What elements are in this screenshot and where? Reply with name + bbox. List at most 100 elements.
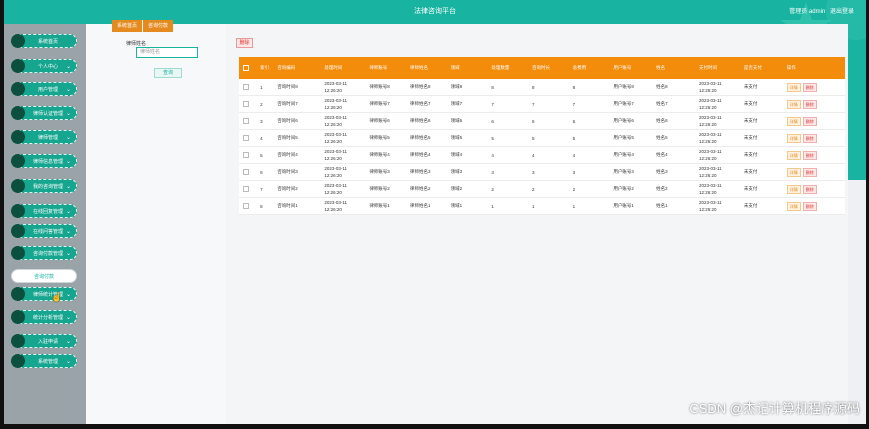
column-header: 咨询时长	[528, 57, 569, 79]
detail-button[interactable]: 详情	[786, 99, 801, 109]
sidebar-item-2[interactable]: 用户管理 ⌄	[11, 82, 77, 96]
breadcrumb-home[interactable]: 系统首页	[112, 20, 143, 32]
row-checkbox[interactable]	[243, 134, 249, 141]
detail-button[interactable]: 详情	[786, 150, 801, 160]
select-all-checkbox[interactable]	[243, 64, 249, 71]
delete-button[interactable]: 删除	[802, 201, 817, 211]
row-checkbox-cell[interactable]	[239, 129, 257, 147]
table-cell: 3	[568, 163, 610, 181]
sidebar-item-0[interactable]: 系统首页	[11, 34, 77, 48]
detail-button[interactable]: 详情	[786, 167, 801, 177]
row-checkbox-cell[interactable]	[239, 112, 257, 130]
csdn-watermark: CSDN @杰记计算机程序源码	[689, 401, 860, 416]
row-checkbox-cell[interactable]	[239, 180, 257, 198]
delete-button[interactable]: 删除	[802, 82, 817, 92]
sidebar-item-7[interactable]: 在线回复管理 ⌄	[11, 204, 77, 218]
sidebar-item-8[interactable]: 在线问答管理 ⌄	[11, 224, 77, 238]
sidebar-item-4[interactable]: 律师管理 ⌄	[11, 130, 77, 144]
sidebar-item-label: 系统管理	[37, 358, 58, 365]
row-checkbox[interactable]	[243, 100, 249, 107]
column-header: 用户账号	[609, 57, 653, 79]
row-checkbox-cell[interactable]	[239, 95, 257, 113]
table-cell: 用户账号7	[609, 95, 653, 113]
row-actions: 详情 删除	[782, 197, 845, 215]
table-cell: 2023-03-11 12:26:20	[694, 95, 740, 113]
sidebar-item-5[interactable]: 律师信息管理 ⌄	[11, 154, 77, 168]
table-cell: 8	[568, 79, 610, 96]
chevron-down-icon: ⌄	[65, 314, 71, 321]
detail-button[interactable]: 详情	[786, 133, 801, 143]
sidebar-item-10[interactable]: 咨询付款	[11, 269, 77, 283]
table-row: 3 咨询时间6 2023-03-11 12:26:20 律师账号6 律师姓名6 领域6 6 6…	[239, 112, 845, 130]
sidebar-item-label: 律师认证管理	[32, 110, 63, 117]
column-header: 律师账号	[365, 57, 406, 79]
detail-button[interactable]: 详情	[786, 116, 801, 126]
table-row: 2 咨询时间7 2023-03-11 12:26:20 律师账号7 律师姓名7 领域7 7 7…	[239, 95, 845, 113]
table-cell: 8	[528, 79, 569, 96]
bulk-delete-button[interactable]: 删除	[236, 38, 253, 48]
table-cell: 3	[487, 163, 528, 181]
row-checkbox-cell[interactable]	[239, 197, 257, 215]
lawyer-name-search-input[interactable]: 律师姓名	[136, 47, 198, 58]
sidebar-item-12[interactable]: 统计分析管理 ⌄	[11, 310, 77, 324]
row-checkbox-cell[interactable]	[239, 163, 257, 181]
row-checkbox[interactable]	[243, 151, 249, 158]
delete-button[interactable]: 删除	[802, 99, 817, 109]
table-cell: 2023-03-11 12:26:20	[320, 112, 366, 130]
detail-button[interactable]: 详情	[786, 184, 801, 194]
sidebar-item-6[interactable]: 我的咨询管理 ⌄	[11, 179, 77, 193]
table-cell: 律师账号5	[365, 129, 406, 147]
table-cell: 2023-03-11 12:26:20	[320, 180, 366, 198]
table-cell: 姓名2	[652, 180, 695, 198]
table-cell: 用户账号8	[609, 79, 653, 96]
table-cell: 2	[568, 180, 610, 198]
detail-button[interactable]: 详情	[786, 82, 801, 92]
delete-button[interactable]: 删除	[802, 116, 817, 126]
table-cell: 律师姓名7	[405, 95, 447, 113]
delete-button[interactable]: 删除	[802, 167, 817, 177]
sidebar-item-3[interactable]: 律师认证管理 ⌄	[11, 106, 77, 120]
delete-button[interactable]: 删除	[802, 184, 817, 194]
table-cell: 未支付	[739, 79, 783, 96]
sidebar-item-11[interactable]: 律师统计管理 ⌄	[11, 287, 77, 301]
table-cell: 律师姓名8	[405, 79, 447, 96]
table-cell: 咨询时间7	[273, 95, 321, 113]
table-cell: 2023-03-11 12:26:20	[694, 146, 740, 164]
search-button[interactable]: 查询	[154, 68, 182, 78]
row-checkbox-cell[interactable]	[239, 146, 257, 164]
table-cell: 2023-03-11 12:26:20	[320, 197, 366, 215]
table-cell: 领域7	[446, 95, 488, 113]
table-cell: 2023-03-11 12:26:20	[694, 197, 740, 215]
sidebar-item-9[interactable]: 咨询付款管理 ⌄	[11, 246, 77, 260]
select-all-header[interactable]	[239, 57, 257, 79]
row-checkbox[interactable]	[243, 117, 249, 124]
table-row: 4 咨询时间5 2023-03-11 12:26:20 律师账号5 律师姓名5 领域5 5 5…	[239, 129, 845, 147]
delete-button[interactable]: 删除	[802, 150, 817, 160]
sidebar-bullet-icon	[11, 204, 25, 218]
sidebar-bullet-icon	[11, 246, 25, 260]
sidebar-item-14[interactable]: 系统管理 ⌄	[11, 354, 77, 368]
table-cell: 未支付	[739, 180, 783, 198]
table-cell: 7	[487, 95, 528, 113]
column-header: 处理时间	[320, 57, 366, 79]
row-checkbox-cell[interactable]	[239, 79, 257, 96]
sidebar: 系统首页 个人中心 ⌄ 用户管理 ⌄ 律师认证管理 ⌄ 律师管理 ⌄ 律师信息管理 ⌄ 我的咨询管理 ⌄…	[4, 24, 86, 424]
table-cell: 领域5	[446, 129, 488, 147]
row-checkbox[interactable]	[243, 202, 249, 209]
logout-link[interactable]: 退出登录	[830, 9, 854, 15]
sidebar-item-1[interactable]: 个人中心 ⌄	[11, 59, 77, 73]
detail-button[interactable]: 详情	[786, 201, 801, 211]
table-cell: 用户账号4	[609, 146, 653, 164]
mouse-cursor-icon: ☝	[51, 292, 63, 302]
table-cell: 领域3	[446, 163, 488, 181]
sidebar-item-label: 入驻申请	[37, 338, 58, 345]
table-cell: 1	[568, 197, 610, 215]
table-cell: 律师账号8	[365, 79, 406, 96]
sidebar-bullet-icon	[11, 310, 25, 324]
delete-button[interactable]: 删除	[802, 133, 817, 143]
row-checkbox[interactable]	[243, 168, 249, 175]
row-checkbox[interactable]	[243, 83, 249, 90]
sidebar-item-13[interactable]: 入驻申请 ⌄	[11, 334, 77, 348]
sidebar-bullet-icon	[11, 334, 25, 348]
row-checkbox[interactable]	[243, 185, 249, 192]
